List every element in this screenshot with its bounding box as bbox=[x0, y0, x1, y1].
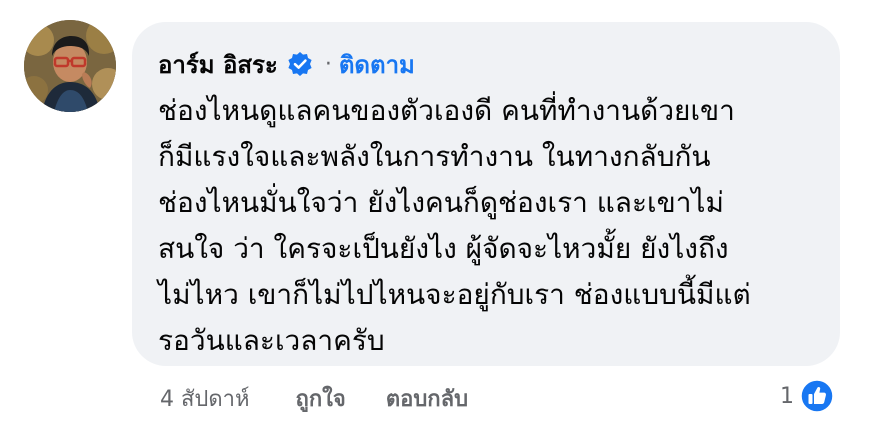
comment-text-line: ก็มีแรงใจและพลังในการทำงาน ในทางกลับกัน bbox=[158, 140, 711, 173]
comment-text-line: สนใจ ว่า ใครจะเป็นยังไง ผู้จัดจะไหวมั้ย … bbox=[158, 232, 729, 265]
verified-badge-icon bbox=[287, 51, 313, 77]
follow-button[interactable]: ติดตาม bbox=[339, 45, 415, 84]
separator-dot: · bbox=[324, 51, 332, 77]
like-reaction-icon bbox=[800, 379, 834, 413]
comment-bubble: อาร์ม อิสระ · ติดตาม ช่องไหนดูแลคนของตัว… bbox=[132, 22, 840, 366]
comment-header: อาร์ม อิสระ · ติดตาม bbox=[158, 46, 415, 82]
reaction-summary[interactable]: 1 bbox=[780, 374, 834, 418]
comment-footer: 4 สัปดาห์ ถูกใจ ตอบกลับ bbox=[160, 378, 468, 418]
comment-timestamp[interactable]: 4 สัปดาห์ bbox=[160, 381, 250, 416]
reaction-count: 1 bbox=[780, 383, 794, 409]
reply-button[interactable]: ตอบกลับ bbox=[386, 381, 468, 416]
comment-text-line: ช่องไหนมั่นใจว่า ยังไงคนก็ดูช่องเรา และเ… bbox=[158, 186, 724, 219]
author-name[interactable]: อาร์ม อิสระ bbox=[158, 45, 278, 84]
like-button[interactable]: ถูกใจ bbox=[296, 381, 346, 416]
comment-text-line: ไม่ไหว เขาก็ไม่ไปไหนจะอยู่กับเรา ช่องแบบ… bbox=[158, 278, 751, 311]
comment-text: ช่องไหนดูแลคนของตัวเองดี คนที่ทำงานด้วยเ… bbox=[158, 88, 828, 364]
comment-text-line: ช่องไหนดูแลคนของตัวเองดี คนที่ทำงานด้วยเ… bbox=[158, 94, 735, 127]
comment-text-line: รอวันและเวลาครับ bbox=[158, 324, 385, 357]
avatar[interactable] bbox=[24, 20, 116, 112]
